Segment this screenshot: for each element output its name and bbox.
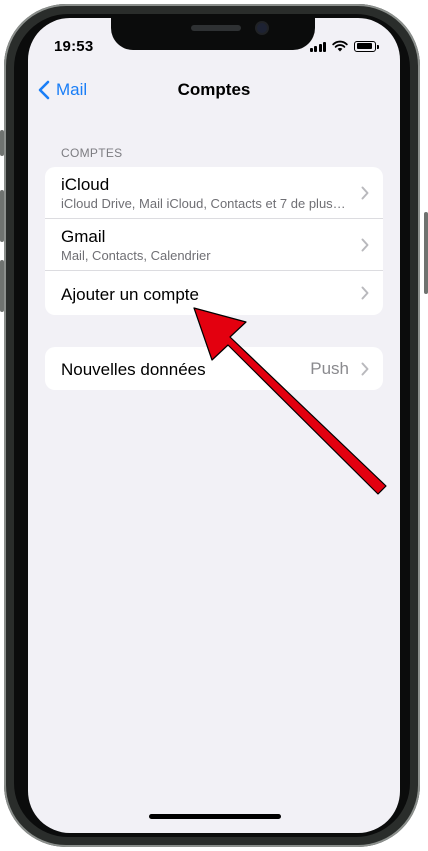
earpiece-speaker [191, 25, 241, 31]
cellular-signal-icon [309, 41, 326, 52]
power-button [424, 212, 428, 294]
add-account-row[interactable]: Ajouter un compte [45, 271, 383, 315]
battery-icon [354, 40, 379, 52]
volume-up-button [0, 190, 4, 242]
volume-down-button [0, 260, 4, 312]
accounts-list: iCloud iCloud Drive, Mail iCloud, Contac… [45, 167, 383, 315]
account-title: iCloud [61, 175, 110, 194]
account-row-icloud[interactable]: iCloud iCloud Drive, Mail iCloud, Contac… [45, 167, 383, 219]
account-subtitle: iCloud Drive, Mail iCloud, Contacts et 7… [61, 196, 346, 211]
fetch-new-data-row[interactable]: Nouvelles données Push [45, 347, 383, 390]
front-camera [257, 23, 267, 33]
notch [111, 18, 315, 50]
back-button[interactable]: Mail [38, 80, 87, 100]
chevron-right-icon [361, 362, 369, 375]
status-icons [309, 40, 379, 52]
chevron-right-icon [361, 286, 369, 300]
fetch-settings-list: Nouvelles données Push [45, 347, 383, 390]
fetch-new-data-value: Push [310, 358, 349, 378]
account-subtitle: Mail, Contacts, Calendrier [61, 248, 211, 263]
wifi-icon [332, 40, 348, 52]
accounts-section-header: COMPTES [61, 146, 123, 160]
home-indicator [149, 814, 281, 819]
fetch-new-data-label: Nouvelles données [61, 360, 206, 379]
chevron-left-icon [38, 80, 50, 100]
status-time: 19:53 [54, 38, 94, 55]
add-account-label: Ajouter un compte [61, 285, 199, 304]
silent-switch [0, 130, 4, 156]
chevron-right-icon [361, 238, 369, 251]
screen: 19:53 Mail Comptes COMPTES iCloud iCloud… [28, 18, 400, 833]
account-title: Gmail [61, 227, 106, 246]
account-row-gmail[interactable]: Gmail Mail, Contacts, Calendrier [45, 219, 383, 271]
chevron-right-icon [361, 186, 369, 199]
back-button-label: Mail [56, 80, 88, 99]
